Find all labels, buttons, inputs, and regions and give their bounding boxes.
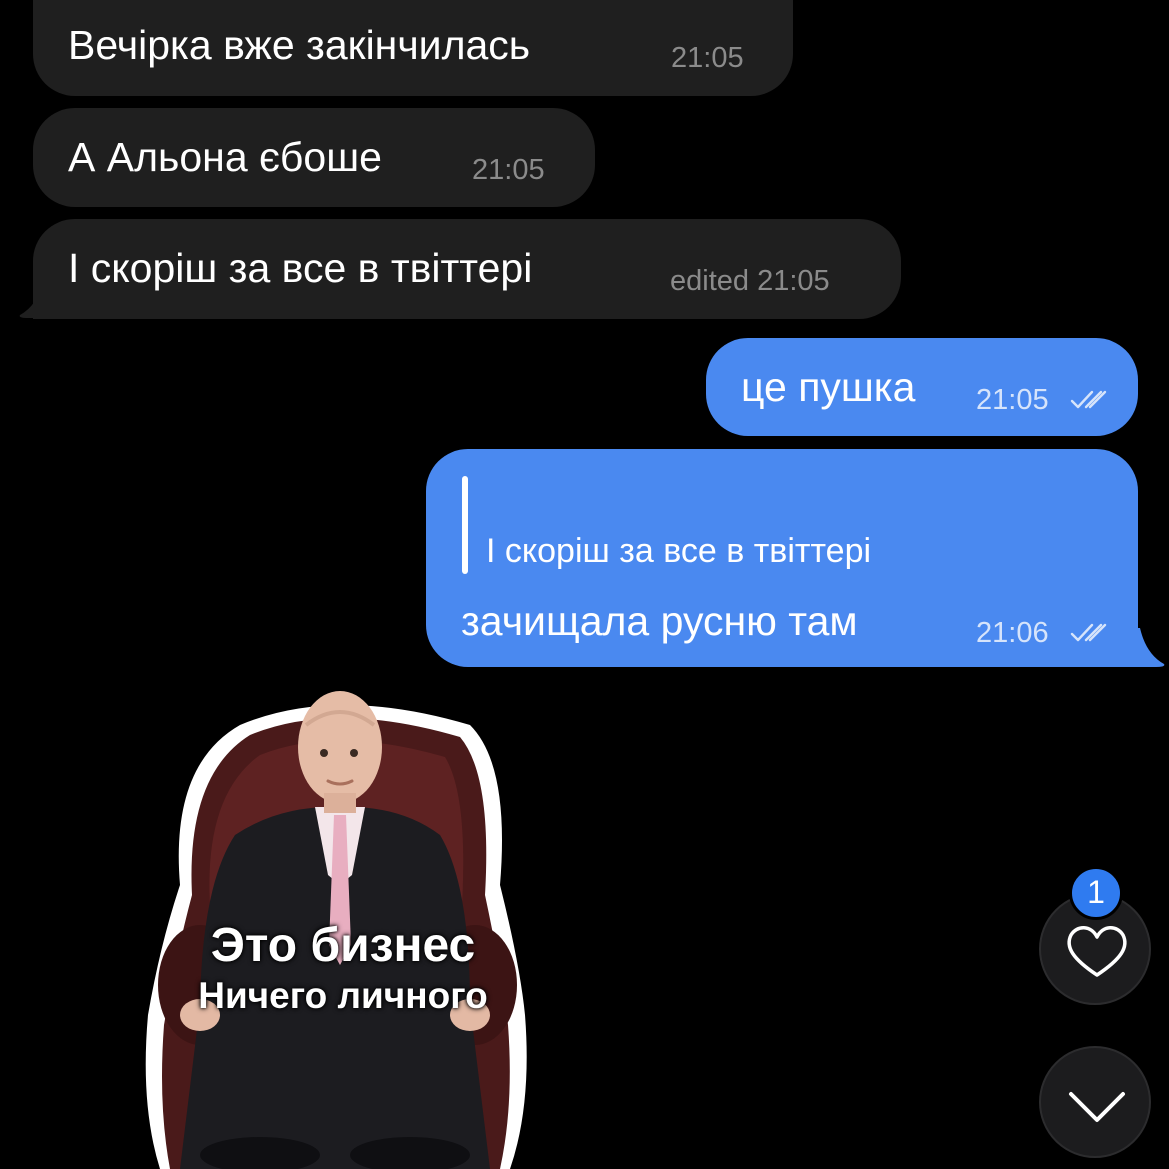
message-time: 21:05 bbox=[671, 42, 744, 74]
double-check-icon bbox=[1070, 390, 1107, 409]
message-text: зачищала русню там bbox=[461, 598, 858, 644]
double-check-icon bbox=[1070, 623, 1107, 642]
chevron-down-icon bbox=[1069, 1092, 1125, 1122]
outgoing-message[interactable]: це пушка 21:05 bbox=[706, 338, 1138, 436]
unread-reactions-badge: 1 bbox=[1069, 866, 1123, 920]
reply-quote-bar bbox=[462, 476, 468, 574]
incoming-message[interactable]: Вечірка вже закінчилась 21:05 bbox=[33, 0, 793, 96]
incoming-message[interactable]: А Альона єбоше 21:05 bbox=[33, 108, 595, 207]
message-time: edited 21:05 bbox=[670, 265, 830, 297]
message-text: Вечірка вже закінчилась bbox=[68, 22, 531, 68]
message-time: 21:06 bbox=[976, 617, 1049, 649]
message-text: А Альона єбоше bbox=[68, 134, 382, 180]
message-text: І скоріш за все в твіттері bbox=[68, 245, 533, 291]
message-text: це пушка bbox=[741, 364, 916, 410]
message-time: 21:05 bbox=[472, 154, 545, 186]
outgoing-message[interactable]: І скоріш за все в твіттері зачищала русн… bbox=[426, 449, 1138, 667]
sticker-caption-subtitle: Ничего личного bbox=[198, 975, 488, 1016]
reply-quote-text[interactable]: І скоріш за все в твіттері bbox=[486, 532, 871, 571]
scroll-down-button[interactable] bbox=[1039, 1046, 1151, 1158]
message-time: 21:05 bbox=[976, 384, 1049, 416]
sticker-caption-title: Это бизнес bbox=[210, 919, 476, 972]
incoming-message[interactable]: І скоріш за все в твіттері edited 21:05 bbox=[33, 219, 901, 319]
